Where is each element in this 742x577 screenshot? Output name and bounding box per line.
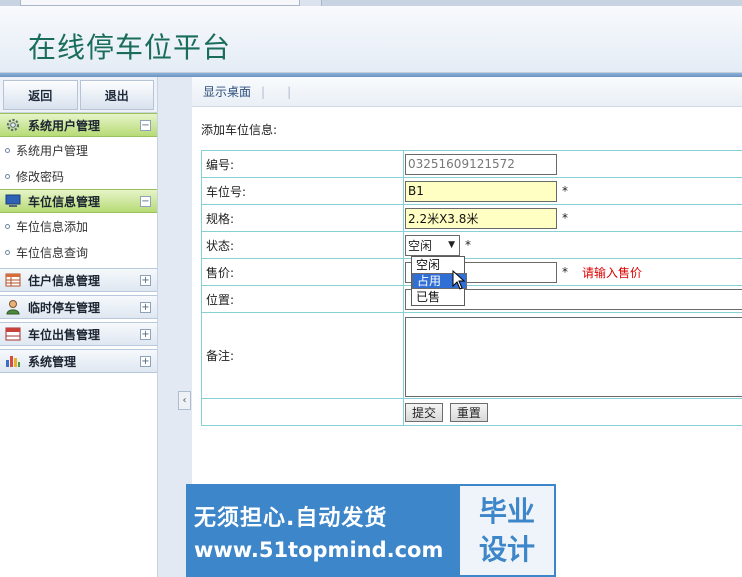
- form-row-notes: 备注:: [201, 312, 742, 399]
- watermark-badge-line2: 设计: [478, 532, 535, 566]
- form-row-location: 位置:: [201, 285, 742, 313]
- chevron-down-icon: ▼: [448, 240, 455, 250]
- price-hint: 请输入售价: [582, 265, 643, 280]
- expand-icon[interactable]: +: [140, 275, 151, 286]
- field-label: 位置:: [201, 285, 404, 313]
- form-row-price: 售价: * 请输入售价: [201, 258, 742, 286]
- field-label: 车位号:: [201, 177, 404, 205]
- expand-icon[interactable]: +: [140, 302, 151, 313]
- watermark-badge: 毕业 设计: [458, 484, 556, 577]
- sidebar-group-label: 车位信息管理: [28, 194, 101, 209]
- sidebar-group-label: 临时停车管理: [28, 300, 101, 315]
- sidebar-group-system-admin[interactable]: 系统管理 +: [0, 349, 157, 373]
- field-label: 售价:: [201, 258, 404, 286]
- watermark-badge-line1: 毕业: [478, 494, 535, 528]
- sidebar-group-temp-parking[interactable]: 临时停车管理 +: [0, 295, 157, 319]
- sidebar-group-parking-info[interactable]: 车位信息管理 −: [0, 189, 157, 213]
- required-mark: *: [562, 211, 568, 225]
- back-button[interactable]: 返回: [3, 80, 78, 110]
- field-label: 规格:: [201, 204, 404, 232]
- sidebar-collapse-button[interactable]: ‹: [178, 391, 191, 410]
- mouse-cursor-icon: [452, 269, 466, 293]
- required-mark: *: [562, 184, 568, 198]
- required-mark: *: [465, 238, 471, 252]
- sidebar-item-label: 车位信息添加: [16, 219, 89, 234]
- form-row-space-number: 车位号: B1 *: [201, 177, 742, 205]
- logout-button[interactable]: 退出: [79, 80, 154, 110]
- add-parking-form: 编号: 03251609121572 车位号: B1 * 规格: 2.2米X3.8…: [201, 150, 742, 426]
- sidebar-group-label: 系统管理: [28, 354, 77, 369]
- watermark-line1: 无须担心.自动发货: [194, 505, 388, 531]
- field-label: 状态:: [201, 231, 404, 259]
- monitor-icon: [4, 193, 22, 209]
- notes-textarea[interactable]: [405, 316, 742, 397]
- sidebar-item-parking-add[interactable]: 车位信息添加: [0, 213, 157, 239]
- status-selected-value: 空闲: [408, 238, 433, 253]
- bar-chart-icon: [4, 353, 22, 369]
- main-tabbar: 显示桌面 | |: [192, 77, 742, 107]
- watermark-banner: 无须担心.自动发货 www.51topmind.com 毕业 设计: [186, 484, 556, 577]
- sidebar-group-parking-sales[interactable]: 车位出售管理 +: [0, 322, 157, 346]
- form-row-size: 规格: 2.2米X3.8米 *: [201, 204, 742, 232]
- size-field[interactable]: 2.2米X3.8米: [405, 207, 557, 229]
- sidebar-group-label: 住户信息管理: [28, 273, 101, 288]
- sidebar-group-system-users[interactable]: 系统用户管理 −: [0, 113, 157, 137]
- form-row-status: 状态: 空闲 ▼ *: [201, 231, 742, 259]
- form-title: 添加车位信息:: [201, 123, 278, 137]
- sidebar-group-label: 车位出售管理: [28, 327, 101, 342]
- bullet-icon: [5, 223, 10, 229]
- app-title: 在线停车位平台: [28, 31, 232, 64]
- table-icon: [4, 272, 22, 288]
- space-number-field[interactable]: B1: [405, 180, 557, 202]
- field-label: 备注:: [201, 312, 404, 399]
- watermark-text: 无须担心.自动发货 www.51topmind.com: [186, 484, 458, 577]
- bullet-icon: [5, 249, 10, 255]
- status-select[interactable]: 空闲 ▼: [405, 234, 460, 256]
- person-icon: [4, 299, 22, 315]
- form-row-id: 编号: 03251609121572: [201, 150, 742, 178]
- collapse-icon[interactable]: −: [140, 120, 151, 131]
- form-row-actions: 提交 重置: [201, 398, 742, 426]
- field-label: 编号:: [201, 150, 404, 178]
- tab-separator: |: [287, 84, 292, 99]
- reset-button[interactable]: 重置: [449, 402, 488, 422]
- expand-icon[interactable]: +: [140, 329, 151, 340]
- watermark-url: www.51topmind.com: [194, 537, 444, 562]
- sidebar-item-label: 修改密码: [16, 169, 65, 184]
- tab-show-desktop[interactable]: 显示桌面: [203, 83, 251, 100]
- calendar-icon: [4, 326, 22, 342]
- gear-icon: [4, 117, 22, 133]
- sidebar-item-label: 车位信息查询: [16, 245, 89, 260]
- required-mark: *: [562, 265, 568, 279]
- submit-button[interactable]: 提交: [405, 402, 444, 422]
- sidebar-item-parking-query[interactable]: 车位信息查询: [0, 239, 157, 265]
- sidebar-item-change-password[interactable]: 修改密码: [0, 163, 157, 189]
- expand-icon[interactable]: +: [140, 356, 151, 367]
- sidebar-group-residents[interactable]: 住户信息管理 +: [0, 268, 157, 292]
- tab-separator: |: [261, 84, 266, 99]
- app-header: 在线停车位平台: [0, 6, 742, 73]
- empty-cell: [201, 398, 404, 426]
- sidebar: 返回 退出 系统用户管理 − 系统用户管理 修改密码 车位信息管理 − 车位信息…: [0, 77, 158, 577]
- bullet-icon: [5, 147, 10, 153]
- bullet-icon: [5, 173, 10, 179]
- sidebar-group-label: 系统用户管理: [28, 118, 101, 133]
- sidebar-item-system-users[interactable]: 系统用户管理: [0, 137, 157, 163]
- sidebar-item-label: 系统用户管理: [16, 143, 89, 158]
- id-field[interactable]: 03251609121572: [405, 153, 557, 175]
- sidebar-top-buttons: 返回 退出: [0, 77, 157, 113]
- collapse-icon[interactable]: −: [140, 196, 151, 207]
